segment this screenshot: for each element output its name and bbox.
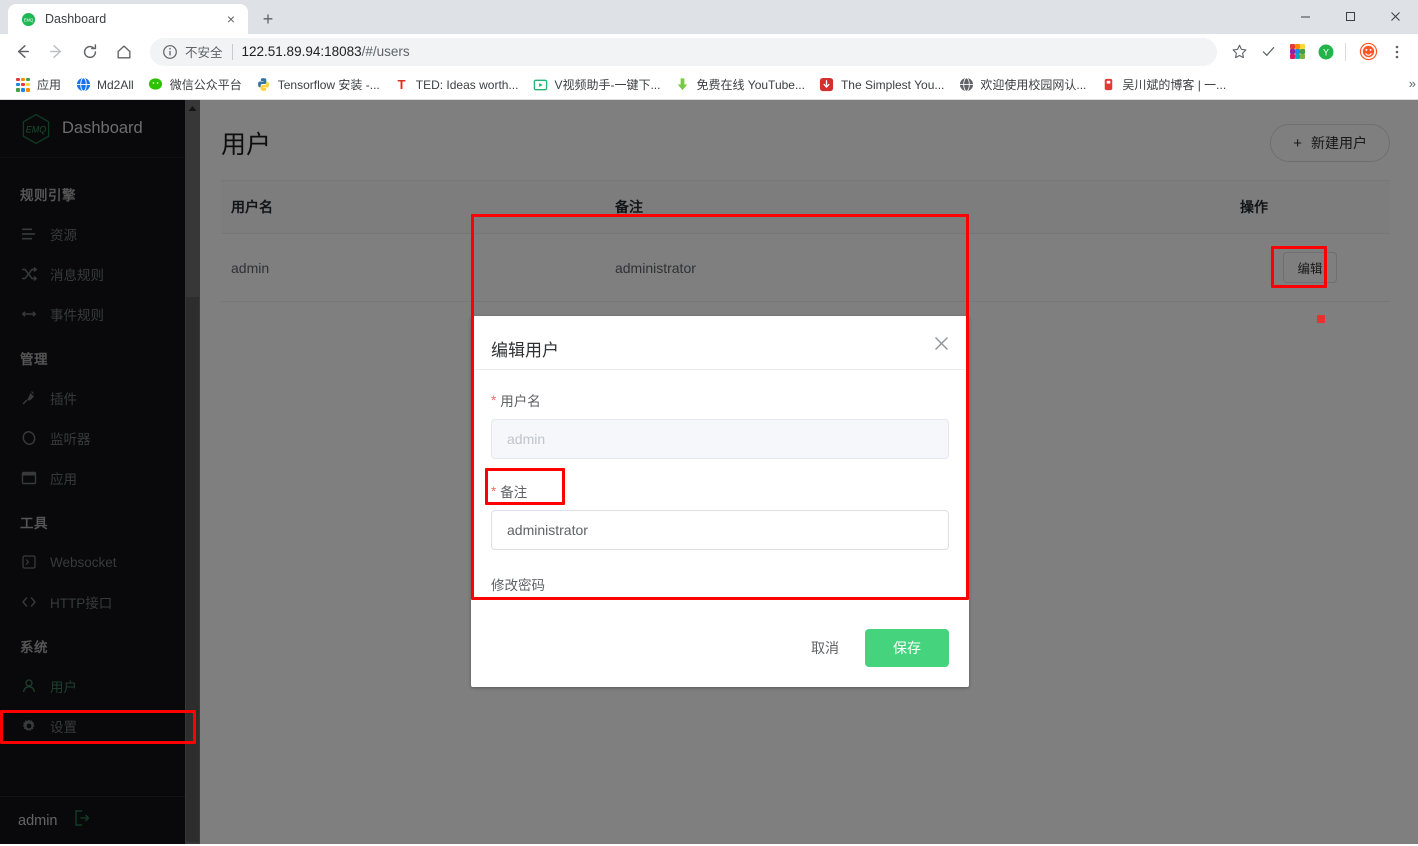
- home-icon[interactable]: [110, 38, 138, 66]
- annotation-dot: [1317, 315, 1325, 323]
- bookmark-tensorflow[interactable]: Tensorflow 安装 -...: [249, 74, 387, 96]
- bookmark-blog[interactable]: 吴川斌的博客 | 一...: [1093, 74, 1233, 96]
- dialog-footer: 取消 保存: [471, 603, 969, 687]
- apps-grid-icon: [15, 77, 31, 93]
- bookmark-label: Md2All: [97, 77, 134, 92]
- remark-input[interactable]: administrator: [491, 510, 949, 550]
- url-text: 122.51.89.94:18083/#/users: [242, 44, 410, 59]
- label-text: 备注: [500, 485, 528, 500]
- address-bar[interactable]: 不安全 122.51.89.94:18083/#/users: [150, 37, 1217, 66]
- forward-icon: [42, 38, 70, 66]
- bookmark-ted[interactable]: T TED: Ideas worth...: [387, 74, 526, 96]
- profile-avatar-icon[interactable]: [1355, 39, 1381, 65]
- dialog-header: 编辑用户: [471, 316, 969, 370]
- close-icon[interactable]: ×: [222, 10, 240, 28]
- bookmark-label: 欢迎使用校园网认...: [980, 78, 1087, 92]
- checkmark-icon[interactable]: [1255, 39, 1281, 65]
- required-asterisk: *: [491, 392, 497, 408]
- bookmark-label: 微信公众平台: [169, 78, 242, 92]
- tab-title: Dashboard: [45, 12, 107, 26]
- security-label: 不安全: [185, 46, 223, 60]
- new-tab-button[interactable]: +: [254, 5, 282, 33]
- bookmark-label: 免费在线 YouTube...: [696, 78, 805, 92]
- ted-icon: T: [394, 77, 410, 93]
- video-icon: [532, 77, 548, 93]
- label-remark: * 备注: [491, 481, 949, 501]
- omnibox-divider: [231, 43, 233, 60]
- url-path: /#/users: [361, 44, 410, 59]
- emq-logo-icon: EMQ: [20, 11, 36, 27]
- form-item-remark: * 备注 administrator: [491, 481, 949, 550]
- chrome-menu-icon[interactable]: [1384, 39, 1410, 65]
- download-red-icon: [819, 77, 835, 93]
- username-value: admin: [507, 431, 546, 447]
- bookmark-campus-network[interactable]: 欢迎使用校园网认...: [951, 74, 1093, 96]
- required-asterisk: *: [491, 483, 497, 499]
- svg-text:EMQ: EMQ: [23, 17, 33, 22]
- bookmarks-bar: 应用 Md2All 微信公众平台 Tensorflow 安装 -... T TE…: [0, 70, 1418, 100]
- color-grid-extension-icon[interactable]: [1284, 39, 1310, 65]
- wechat-icon: [148, 77, 164, 93]
- browser-toolbar: 不安全 122.51.89.94:18083/#/users Y: [0, 34, 1418, 70]
- bookmark-label: TED: Ideas worth...: [415, 77, 519, 92]
- save-button[interactable]: 保存: [865, 629, 949, 667]
- username-input: admin: [491, 419, 949, 459]
- dialog-body: * 用户名 admin * 备注 administrator 修改密码: [471, 370, 969, 603]
- download-icon: [674, 77, 690, 93]
- bookmark-md2all[interactable]: Md2All: [68, 74, 141, 96]
- bookmark-youtube-downloader[interactable]: 免费在线 YouTube...: [667, 74, 812, 96]
- browser-window: EMQ Dashboard × + 不安全 122.51.89.94:18083…: [0, 0, 1418, 846]
- label-username: * 用户名: [491, 390, 949, 410]
- remark-value: administrator: [507, 522, 588, 538]
- bookmark-video-helper[interactable]: V视频助手-一键下...: [525, 74, 667, 96]
- python-icon: [256, 77, 272, 93]
- dialog-title: 编辑用户: [491, 341, 559, 360]
- svg-text:T: T: [398, 77, 406, 92]
- toolbar-divider: [1345, 42, 1346, 61]
- bookmark-wechat[interactable]: 微信公众平台: [141, 74, 249, 96]
- url-host: 122.51.89.94:18083: [241, 44, 362, 59]
- bookmark-label: V视频助手-一键下...: [554, 78, 661, 92]
- maximize-icon[interactable]: [1328, 0, 1373, 32]
- bookmark-label: 吴川斌的博客 | 一...: [1122, 78, 1227, 92]
- blog-icon: [1100, 77, 1116, 93]
- edit-user-dialog: 编辑用户 * 用户名 admin * 备注 administrator 修改密码…: [471, 316, 969, 687]
- tab-strip: EMQ Dashboard × +: [0, 0, 1418, 34]
- info-circle-icon[interactable]: [162, 44, 178, 60]
- reload-icon[interactable]: [76, 38, 104, 66]
- minimize-icon[interactable]: [1283, 0, 1328, 32]
- globe-icon: [75, 77, 91, 93]
- globe-gray-icon: [958, 77, 974, 93]
- bookmark-apps[interactable]: 应用: [8, 74, 68, 96]
- cancel-button[interactable]: 取消: [797, 638, 853, 658]
- window-close-icon[interactable]: [1373, 0, 1418, 32]
- label-text: 用户名: [500, 394, 541, 409]
- bookmark-label: Tensorflow 安装 -...: [277, 78, 380, 92]
- youdao-extension-icon[interactable]: Y: [1313, 39, 1339, 65]
- back-icon[interactable]: [8, 38, 36, 66]
- close-icon[interactable]: [934, 336, 949, 354]
- bookmark-label: 应用: [37, 78, 62, 92]
- bookmarks-overflow-icon[interactable]: »: [1409, 76, 1416, 91]
- web-page: EMQ Dashboard 规则引擎 资源: [0, 100, 1418, 844]
- browser-tab[interactable]: EMQ Dashboard ×: [8, 4, 248, 34]
- change-password-link[interactable]: 修改密码: [491, 574, 545, 594]
- bookmark-simplest-you[interactable]: The Simplest You...: [812, 74, 951, 96]
- bookmark-star-icon[interactable]: [1226, 39, 1252, 65]
- window-controls: [1283, 0, 1418, 32]
- svg-text:Y: Y: [1323, 47, 1329, 57]
- form-item-username: * 用户名 admin: [491, 390, 949, 459]
- bookmark-label: The Simplest You...: [840, 77, 945, 92]
